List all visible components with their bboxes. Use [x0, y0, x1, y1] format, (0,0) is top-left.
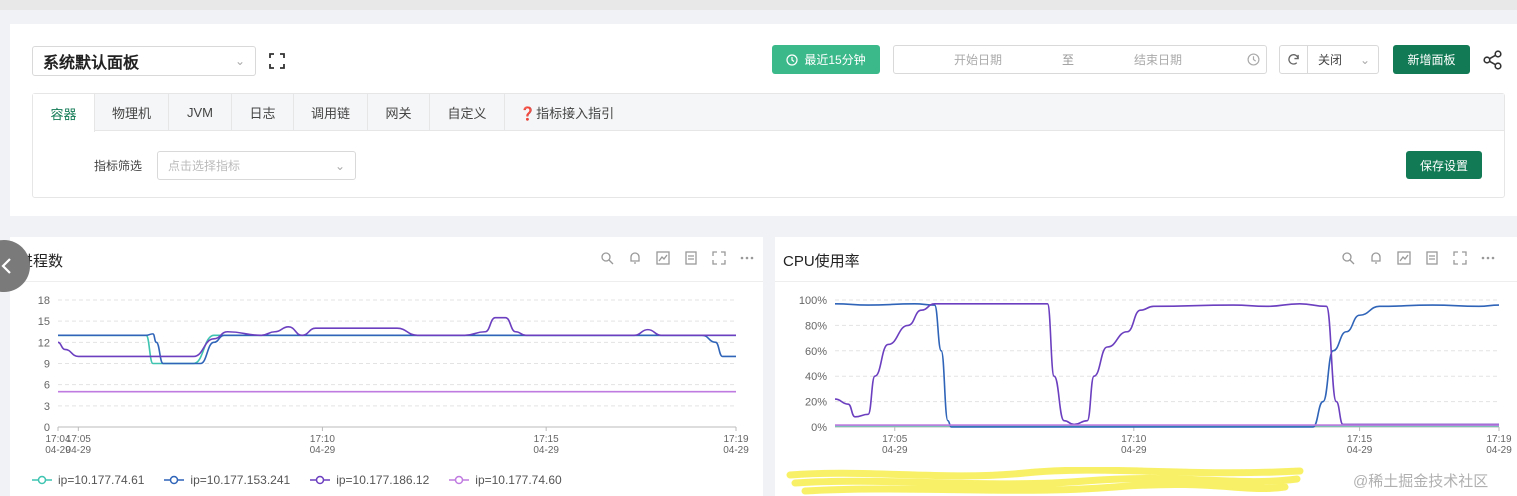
auto-refresh-select[interactable]: 关闭 ⌄: [1279, 45, 1379, 74]
x-tick-label: 17:10: [1121, 434, 1146, 445]
x-tick-label: 17:19: [1486, 434, 1511, 445]
panel-select[interactable]: 系统默认面板 ⌄: [32, 46, 256, 76]
y-tick-label: 40%: [805, 371, 827, 383]
panel-select-value: 系统默认面板: [43, 55, 140, 72]
y-tick-label: 6: [44, 380, 50, 392]
watermark: @稀土掘金技术社区: [1353, 473, 1489, 490]
x-tick-label: 17:05: [882, 434, 907, 445]
x-tick-date: 04-29: [310, 445, 336, 456]
chart-card-process-count: 进程数 18 15 12 9 6 3 0 17:04 04-29 17:05 04-29 17:10 0…: [10, 237, 763, 496]
metric-filter-placeholder: 点击选择指标: [168, 159, 241, 173]
redaction-scribble: [786, 467, 1304, 495]
x-tick-date: 04-29: [882, 445, 908, 456]
chart-legend: ip=10.177.74.61 ip=10.177.153.241 ip=10.17…: [32, 473, 562, 487]
x-tick-label: 17:10: [310, 434, 335, 445]
recent-time-label: 最近15分钟: [804, 53, 866, 67]
legend-item[interactable]: ip=10.177.153.241: [164, 473, 290, 487]
fullscreen-icon[interactable]: [267, 51, 287, 71]
clock-icon: [786, 53, 798, 66]
legend-marker-icon: [310, 475, 331, 485]
x-tick-label: 17:15: [1347, 434, 1372, 445]
chevron-down-icon: ⌄: [234, 54, 245, 68]
legend-label: ip=10.177.74.60: [475, 473, 562, 487]
x-tick-date: 04-29: [1121, 445, 1147, 456]
x-tick-date: 04-29: [723, 445, 749, 456]
cpu-usage-chart: 100%80%60%40%20%0%17:0504-2917:1004-2917…: [799, 295, 1512, 456]
end-date-input[interactable]: 结束日期: [1134, 51, 1182, 68]
legend-marker-icon: [32, 475, 52, 485]
y-tick-label: 20%: [805, 397, 827, 409]
series-line: [834, 303, 1500, 428]
x-tick-date: 04-29: [533, 445, 559, 456]
tab-gateway[interactable]: 网关: [368, 94, 430, 131]
legend-marker-icon: [164, 475, 185, 485]
dashboard-header-card: 系统默认面板 ⌄ 最近15分钟 开始日期 至 结束日期 关闭 ⌄ 新增面板 容器…: [10, 24, 1517, 216]
y-tick-label: 12: [38, 337, 50, 349]
y-tick-label: 3: [44, 401, 50, 413]
y-tick-label: 0%: [811, 422, 827, 434]
x-tick-label: 17:19: [723, 434, 748, 445]
tab-container[interactable]: 容器: [33, 94, 95, 132]
chevron-down-icon: ⌄: [334, 158, 345, 173]
y-tick-label: 9: [44, 359, 50, 371]
legend-label: ip=10.177.186.12: [336, 473, 430, 487]
share-icon[interactable]: [1482, 49, 1504, 71]
x-tick-date: 04-29: [1486, 445, 1512, 456]
x-tick-label: 17:15: [534, 434, 559, 445]
legend-label: ip=10.177.74.61: [58, 473, 145, 487]
legend-item[interactable]: ip=10.177.74.60: [449, 473, 562, 487]
clock-icon: [1247, 53, 1260, 66]
date-range-separator: 至: [1062, 53, 1075, 67]
legend-item[interactable]: ip=10.177.186.12: [310, 473, 429, 487]
date-range-picker[interactable]: 开始日期 至 结束日期: [893, 45, 1267, 74]
tab-call-chain[interactable]: 调用链: [294, 94, 368, 131]
y-tick-label: 100%: [799, 295, 827, 307]
x-tick-label: 17:05: [66, 434, 91, 445]
y-tick-label: 60%: [805, 346, 827, 358]
refresh-icon[interactable]: [1280, 46, 1308, 73]
start-date-input[interactable]: 开始日期: [954, 51, 1002, 68]
filter-label: 指标筛选: [94, 159, 143, 173]
tab-log[interactable]: 日志: [232, 94, 294, 131]
legend-marker-icon: [449, 475, 470, 485]
legend-label: ip=10.177.153.241: [190, 473, 291, 487]
chevron-left-icon: [1, 258, 11, 274]
x-tick-date: 04-29: [66, 445, 92, 456]
tab-jvm[interactable]: JVM: [169, 94, 232, 131]
metric-filter-select[interactable]: 点击选择指标 ⌄: [157, 151, 356, 180]
auto-refresh-value: 关闭: [1318, 53, 1343, 67]
y-tick-label: 18: [38, 295, 50, 307]
tab-physical-machine[interactable]: 物理机: [95, 94, 169, 131]
chart-card-cpu-usage: CPU使用率 100% 80% 60% 40% 20% 0% 17:05 04-29 17:10…: [775, 237, 1517, 496]
tab-metric-guide[interactable]: ❓指标接入指引: [505, 94, 629, 131]
recent-time-button[interactable]: 最近15分钟: [772, 45, 880, 74]
process-count-chart: 181512963017:0404-2917:0504-2917:1004-29…: [38, 295, 749, 456]
legend-item[interactable]: ip=10.177.74.61: [32, 473, 144, 487]
browser-bookmark-strip: [0, 0, 1517, 10]
save-settings-button[interactable]: 保存设置: [1406, 151, 1482, 179]
y-tick-label: 15: [38, 316, 50, 328]
series-line: [58, 333, 736, 365]
series-line: [834, 303, 1499, 426]
chevron-down-icon: ⌄: [1359, 52, 1370, 67]
x-tick-date: 04-29: [1347, 445, 1373, 456]
add-panel-button[interactable]: 新增面板: [1393, 45, 1470, 74]
tab-custom[interactable]: 自定义: [430, 94, 505, 131]
metric-tabs-panel: 容器 物理机 JVM 日志 调用链 网关 自定义 ❓指标接入指引 指标筛选 点击…: [32, 93, 1505, 198]
metric-tabs: 容器 物理机 JVM 日志 调用链 网关 自定义 ❓指标接入指引: [33, 94, 1504, 132]
y-tick-label: 80%: [805, 320, 827, 332]
y-tick-label: 0: [44, 422, 50, 434]
